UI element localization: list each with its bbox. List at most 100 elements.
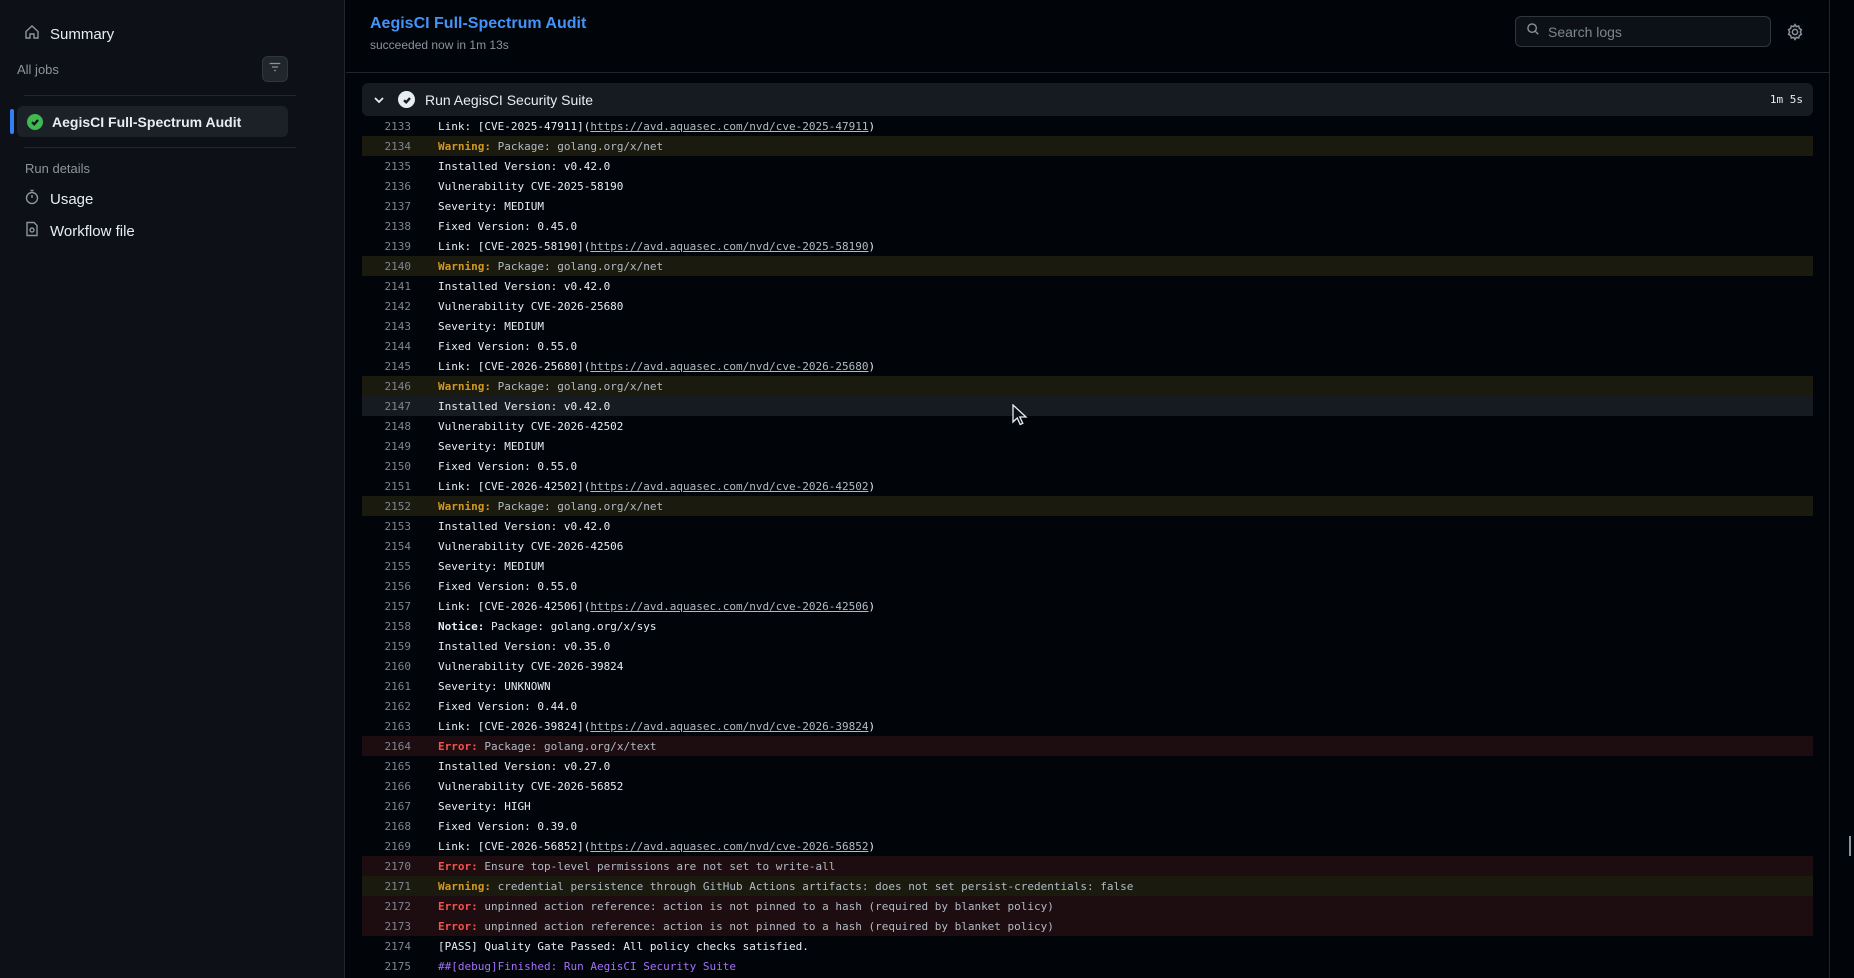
summary-link[interactable]: Summary bbox=[24, 20, 114, 48]
log-text: Warning: Package: golang.org/x/net bbox=[438, 380, 663, 393]
log-line: 2135 Installed Version: v0.42.0 bbox=[362, 156, 1813, 176]
log-line: 2141 Installed Version: v0.42.0 bbox=[362, 276, 1813, 296]
all-jobs-heading: All jobs bbox=[17, 62, 59, 77]
line-number[interactable]: 2148 bbox=[362, 420, 412, 433]
line-number[interactable]: 2151 bbox=[362, 480, 412, 493]
step-duration: 1m 5s bbox=[1769, 93, 1803, 106]
settings-button[interactable] bbox=[1786, 23, 1804, 41]
line-number[interactable]: 2152 bbox=[362, 500, 412, 513]
line-number[interactable]: 2133 bbox=[362, 120, 412, 133]
log-link[interactable]: https://avd.aquasec.com/nvd/cve-2026-256… bbox=[590, 360, 868, 373]
line-number[interactable]: 2136 bbox=[362, 180, 412, 193]
log-message: Severity: MEDIUM bbox=[438, 319, 544, 333]
line-number[interactable]: 2171 bbox=[362, 880, 412, 893]
line-number[interactable]: 2135 bbox=[362, 160, 412, 173]
line-number[interactable]: 2166 bbox=[362, 780, 412, 793]
log-message: Vulnerability CVE-2026-42502 bbox=[438, 419, 624, 433]
line-number[interactable]: 2170 bbox=[362, 860, 412, 873]
log-message: Fixed Version: 0.55.0 bbox=[438, 339, 578, 353]
line-number[interactable]: 2153 bbox=[362, 520, 412, 533]
line-number[interactable]: 2143 bbox=[362, 320, 412, 333]
divider bbox=[24, 95, 296, 96]
line-number[interactable]: 2174 bbox=[362, 940, 412, 953]
job-item-aegisci-audit[interactable]: AegisCI Full-Spectrum Audit bbox=[10, 106, 288, 137]
line-number[interactable]: 2146 bbox=[362, 380, 412, 393]
log-link[interactable]: https://avd.aquasec.com/nvd/cve-2026-425… bbox=[590, 480, 868, 493]
line-number[interactable]: 2172 bbox=[362, 900, 412, 913]
line-number[interactable]: 2138 bbox=[362, 220, 412, 233]
log-link[interactable]: https://avd.aquasec.com/nvd/cve-2025-479… bbox=[590, 120, 868, 133]
line-number[interactable]: 2155 bbox=[362, 560, 412, 573]
line-number[interactable]: 2140 bbox=[362, 260, 412, 273]
log-message: Fixed Version: 0.39.0 bbox=[438, 819, 578, 833]
line-number[interactable]: 2145 bbox=[362, 360, 412, 373]
log-message: Vulnerability CVE-2025-58190 bbox=[438, 179, 624, 193]
job-label: AegisCI Full-Spectrum Audit bbox=[52, 113, 242, 130]
log-link[interactable]: https://avd.aquasec.com/nvd/cve-2026-568… bbox=[590, 840, 868, 853]
log-line: 2140 Warning: Package: golang.org/x/net bbox=[362, 256, 1813, 276]
line-number[interactable]: 2164 bbox=[362, 740, 412, 753]
line-number[interactable]: 2175 bbox=[362, 960, 412, 973]
log-link[interactable]: https://avd.aquasec.com/nvd/cve-2026-425… bbox=[590, 600, 868, 613]
line-number[interactable]: 2162 bbox=[362, 700, 412, 713]
line-number[interactable]: 2161 bbox=[362, 680, 412, 693]
log-line: 2147 Installed Version: v0.42.0 bbox=[362, 396, 1813, 416]
search-logs-box[interactable] bbox=[1515, 16, 1771, 47]
log-message: Package: golang.org/x/net bbox=[490, 499, 664, 513]
line-number[interactable]: 2142 bbox=[362, 300, 412, 313]
log-message: ) bbox=[868, 599, 876, 613]
log-message: Fixed Version: 0.55.0 bbox=[438, 459, 578, 473]
line-number[interactable]: 2169 bbox=[362, 840, 412, 853]
log-message: credential persistence through GitHub Ac… bbox=[490, 879, 1134, 893]
line-number[interactable]: 2150 bbox=[362, 460, 412, 473]
log-text: Link: [CVE-2025-47911](https://avd.aquas… bbox=[438, 120, 875, 133]
usage-link[interactable]: Usage bbox=[24, 185, 93, 213]
search-logs-input[interactable] bbox=[1548, 23, 1748, 40]
step-header[interactable]: Run AegisCI Security Suite 1m 5s bbox=[362, 83, 1813, 116]
log-text: Error: unpinned action reference: action… bbox=[438, 920, 1054, 933]
line-number[interactable]: 2137 bbox=[362, 200, 412, 213]
line-number[interactable]: 2141 bbox=[362, 280, 412, 293]
run-details-heading: Run details bbox=[25, 161, 91, 176]
log-message: ) bbox=[868, 119, 876, 133]
log-message: Installed Version: v0.42.0 bbox=[438, 399, 611, 413]
line-number[interactable]: 2156 bbox=[362, 580, 412, 593]
run-title-link[interactable]: AegisCI Full-Spectrum Audit bbox=[370, 15, 586, 33]
log-line: 2161 Severity: UNKNOWN bbox=[362, 676, 1813, 696]
line-number[interactable]: 2157 bbox=[362, 600, 412, 613]
log-line: 2157 Link: [CVE-2026-42506](https://avd.a… bbox=[362, 596, 1813, 616]
summary-label: Summary bbox=[50, 25, 115, 43]
log-message: Link: [CVE-2026-42506]( bbox=[438, 599, 591, 613]
line-number[interactable]: 2163 bbox=[362, 720, 412, 733]
line-number[interactable]: 2149 bbox=[362, 440, 412, 453]
log-text: Vulnerability CVE-2026-39824 bbox=[438, 660, 623, 673]
workflow-file-link[interactable]: Workflow file bbox=[24, 217, 135, 245]
line-number[interactable]: 2167 bbox=[362, 800, 412, 813]
run-status-text: succeeded now in 1m 13s bbox=[370, 38, 509, 52]
line-number[interactable]: 2158 bbox=[362, 620, 412, 633]
line-number[interactable]: 2160 bbox=[362, 660, 412, 673]
line-number[interactable]: 2144 bbox=[362, 340, 412, 353]
log-line: 2148 Vulnerability CVE-2026-42502 bbox=[362, 416, 1813, 436]
log-link[interactable]: https://avd.aquasec.com/nvd/cve-2026-398… bbox=[590, 720, 868, 733]
log-message: Link: [CVE-2025-47911]( bbox=[438, 119, 591, 133]
log-text: Fixed Version: 0.39.0 bbox=[438, 820, 577, 833]
workflow-file-label: Workflow file bbox=[50, 222, 135, 240]
line-number[interactable]: 2154 bbox=[362, 540, 412, 553]
line-number[interactable]: 2173 bbox=[362, 920, 412, 933]
line-number[interactable]: 2134 bbox=[362, 140, 412, 153]
line-number[interactable]: 2168 bbox=[362, 820, 412, 833]
filter-jobs-button[interactable] bbox=[262, 56, 288, 82]
line-number[interactable]: 2159 bbox=[362, 640, 412, 653]
log-line: 2167 Severity: HIGH bbox=[362, 796, 1813, 816]
log-link[interactable]: https://avd.aquasec.com/nvd/cve-2025-581… bbox=[590, 240, 868, 253]
line-number[interactable]: 2147 bbox=[362, 400, 412, 413]
log-level: Warning: bbox=[438, 879, 491, 893]
log-text: Vulnerability CVE-2026-56852 bbox=[438, 780, 623, 793]
line-number[interactable]: 2165 bbox=[362, 760, 412, 773]
check-circle-icon bbox=[27, 113, 43, 130]
line-number[interactable]: 2139 bbox=[362, 240, 412, 253]
log-text: Fixed Version: 0.55.0 bbox=[438, 580, 577, 593]
log-message: ) bbox=[868, 719, 876, 733]
resize-handle[interactable] bbox=[1849, 836, 1851, 856]
